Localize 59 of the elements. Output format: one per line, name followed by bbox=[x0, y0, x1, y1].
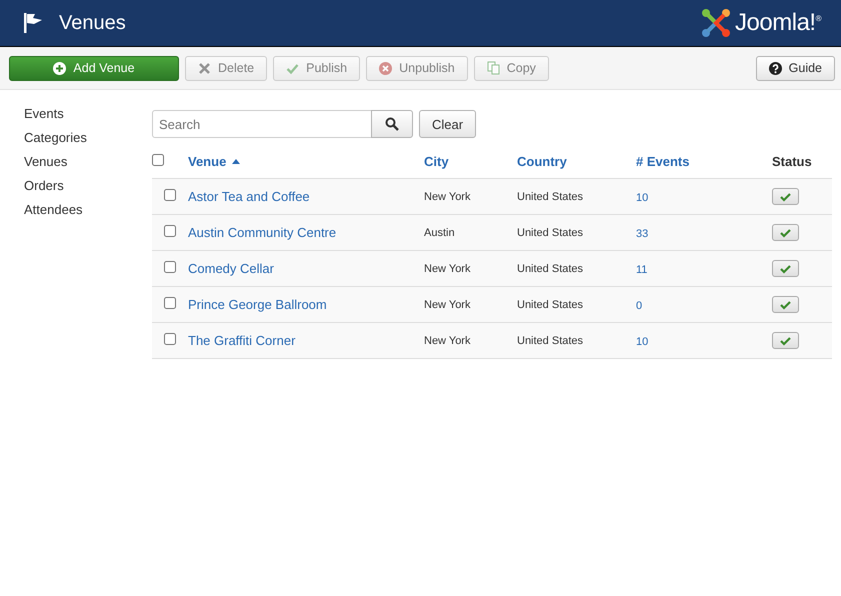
status-toggle-button[interactable] bbox=[772, 296, 799, 313]
status-toggle-button[interactable] bbox=[772, 332, 799, 349]
sidebar-item[interactable]: Attendees bbox=[24, 198, 83, 222]
table-cell: United States bbox=[517, 286, 636, 322]
select-all-checkbox[interactable] bbox=[152, 154, 164, 166]
guide-button[interactable]: Guide bbox=[756, 56, 835, 80]
venue-link[interactable]: Comedy Cellar bbox=[188, 261, 274, 276]
status-toggle-button[interactable] bbox=[772, 224, 799, 241]
check-icon bbox=[780, 300, 791, 310]
table-cell: United States bbox=[517, 250, 636, 286]
events-count-link[interactable]: 11 bbox=[636, 264, 648, 276]
row-checkbox[interactable] bbox=[164, 297, 176, 309]
events-count-link[interactable]: 33 bbox=[636, 228, 648, 240]
check-icon bbox=[780, 336, 791, 346]
search-button[interactable] bbox=[371, 110, 413, 138]
column-header[interactable]: Country bbox=[517, 154, 567, 168]
row-checkbox[interactable] bbox=[164, 333, 176, 345]
search-icon bbox=[385, 117, 399, 131]
events-count-link[interactable]: 10 bbox=[636, 192, 648, 204]
sidebar-item[interactable]: Categories bbox=[24, 126, 87, 150]
cross-circle-icon bbox=[379, 62, 392, 74]
page-title: Venues bbox=[59, 12, 126, 34]
check-icon bbox=[780, 264, 791, 274]
row-checkbox[interactable] bbox=[164, 225, 176, 237]
row-checkbox[interactable] bbox=[164, 261, 176, 273]
close-icon bbox=[198, 62, 211, 74]
status-toggle-button[interactable] bbox=[772, 188, 799, 205]
table-cell: New York bbox=[424, 286, 517, 322]
add-button[interactable]: Add Venue bbox=[9, 56, 179, 80]
check-icon bbox=[286, 62, 300, 74]
table-cell: Austin bbox=[424, 214, 517, 250]
table-cell: New York bbox=[424, 250, 517, 286]
sidebar-item[interactable]: Orders bbox=[24, 174, 64, 198]
column-header[interactable]: # Events bbox=[636, 154, 690, 168]
copy-icon bbox=[486, 61, 500, 75]
events-count-link[interactable]: 0 bbox=[636, 300, 642, 312]
venue-link[interactable]: The Graffiti Corner bbox=[188, 333, 296, 348]
table-cell: United States bbox=[517, 178, 636, 214]
help-icon bbox=[768, 62, 782, 74]
logo-icon bbox=[701, 8, 732, 38]
column-header: Status bbox=[772, 154, 812, 168]
events-count-link[interactable]: 10 bbox=[636, 336, 648, 348]
table-cell: New York bbox=[424, 178, 517, 214]
row-checkbox[interactable] bbox=[164, 189, 176, 201]
column-header[interactable]: City bbox=[424, 154, 449, 168]
status-toggle-button[interactable] bbox=[772, 260, 799, 277]
sidebar-item[interactable]: Events bbox=[24, 102, 64, 126]
plus-circle-icon bbox=[53, 62, 66, 74]
check-icon bbox=[780, 192, 791, 202]
column-header[interactable]: Venue bbox=[188, 154, 226, 168]
table-cell: United States bbox=[517, 214, 636, 250]
search-field[interactable]: Search bbox=[152, 110, 372, 138]
table-cell: New York bbox=[424, 322, 517, 358]
check-icon bbox=[780, 228, 791, 238]
clear-button[interactable]: Clear bbox=[419, 110, 476, 138]
sidebar-item[interactable]: Venues bbox=[24, 150, 68, 174]
brand-logo: Joomla!$^{®}$ bbox=[735, 9, 821, 37]
flag-icon bbox=[22, 12, 44, 34]
table-cell: United States bbox=[517, 322, 636, 358]
